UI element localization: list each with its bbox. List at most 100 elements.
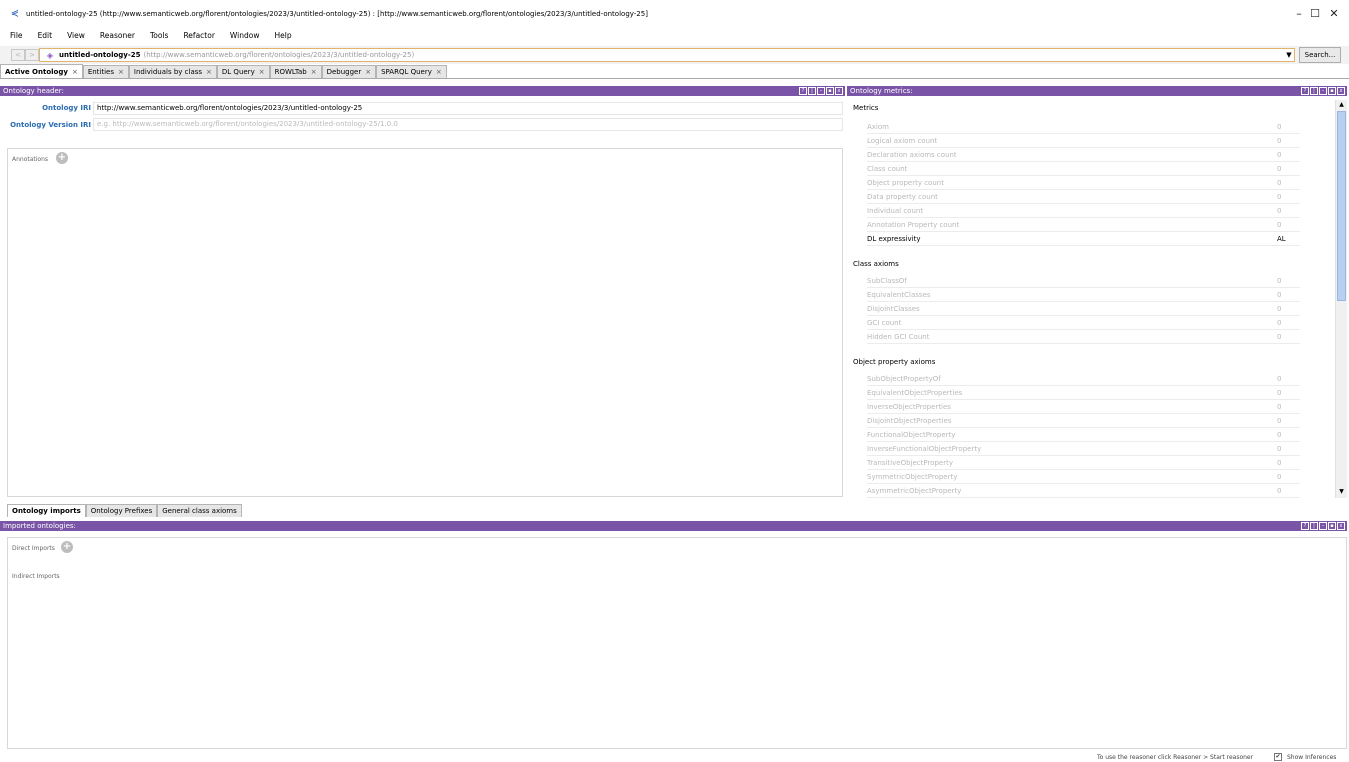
window-title: untitled-ontology-25 (http://www.semanti… (26, 9, 648, 18)
menu-reasoner[interactable]: Reasoner (92, 27, 142, 45)
metric-value: 0 (1277, 291, 1282, 299)
ontology-version-iri-field[interactable]: e.g. http://www.semanticweb.org/florent/… (93, 118, 843, 131)
metric-name: FunctionalObjectProperty (867, 431, 956, 439)
annotations-label: Annotations (12, 156, 49, 163)
tab-entities[interactable]: Entities × (82, 65, 129, 78)
menu-edit[interactable]: Edit (30, 27, 60, 45)
tab-general-class-axioms[interactable]: General class axioms (157, 504, 242, 517)
metric-value: 0 (1277, 151, 1282, 159)
tab-rowltab[interactable]: ROWLTab × (269, 65, 322, 78)
add-import-icon[interactable]: + (61, 541, 73, 553)
chevron-down-icon[interactable]: ▼ (1284, 49, 1294, 61)
metric-name: Logical axiom count (867, 137, 938, 145)
maximize-icon[interactable]: ▪ (826, 87, 834, 95)
close-icon[interactable]: × (436, 66, 442, 78)
scroll-down-icon[interactable]: ▼ (1336, 487, 1347, 497)
metric-name: Class count (867, 165, 908, 173)
panel-title: Ontology header: (3, 87, 64, 95)
maximize-icon[interactable]: ▪ (1328, 87, 1336, 95)
imported-ontologies-panel-title: Imported ontologies: ? | – ▪ x (0, 521, 1347, 531)
menu-tools[interactable]: Tools (142, 27, 175, 45)
close-icon[interactable]: x (1337, 87, 1345, 95)
metric-name: DisjointObjectProperties (867, 417, 952, 425)
ontology-version-iri-label: Ontology Version IRI (10, 121, 91, 129)
forward-arrow-icon[interactable]: > (25, 49, 39, 61)
tab-debugger[interactable]: Debugger × (321, 65, 377, 78)
metrics-scrollbar[interactable]: ▲ ▼ (1335, 100, 1347, 498)
close-icon[interactable]: x (835, 87, 843, 95)
tab-ontology-imports[interactable]: Ontology imports (7, 504, 86, 517)
status-bar: To use the reasoner click Reasoner > Sta… (0, 752, 1349, 762)
menu-help[interactable]: Help (266, 27, 298, 45)
metric-value: 0 (1277, 333, 1282, 341)
metric-value: 0 (1277, 445, 1282, 453)
ontology-iri-field[interactable]: http://www.semanticweb.org/florent/ontol… (93, 102, 843, 115)
metric-row: DL expressivity AL (867, 232, 1300, 246)
tab-dl-query[interactable]: DL Query × (216, 65, 270, 78)
menu-file[interactable]: File (0, 27, 30, 45)
add-annotation-icon[interactable]: + (56, 152, 68, 164)
metric-name: EquivalentObjectProperties (867, 389, 963, 397)
panel-title: Imported ontologies: (3, 522, 76, 530)
back-arrow-icon[interactable]: < (11, 49, 25, 61)
ontology-diamond-icon: ◈ (46, 50, 54, 60)
metric-row: AsymmetricObjectProperty 0 (867, 484, 1300, 498)
close-icon[interactable]: × (206, 66, 212, 78)
minimize-icon[interactable]: – (817, 87, 825, 95)
tab-active-ontology[interactable]: Active Ontology × (0, 64, 83, 78)
menu-view[interactable]: View (59, 27, 92, 45)
metric-row: DisjointClasses 0 (867, 302, 1300, 316)
split-icon[interactable]: | (1310, 87, 1318, 95)
metric-row: Individual count 0 (867, 204, 1300, 218)
scrollbar-thumb[interactable] (1337, 111, 1346, 301)
tab-label: Entities (87, 68, 115, 76)
title-bar: ⋞ untitled-ontology-25 (http://www.seman… (0, 0, 1349, 27)
metric-name: DL expressivity (867, 235, 921, 243)
metric-name: TransitiveObjectProperty (867, 459, 953, 467)
metric-row: Class count 0 (867, 162, 1300, 176)
help-icon[interactable]: ? (1301, 87, 1309, 95)
metric-row: Logical axiom count 0 (867, 134, 1300, 148)
metric-value: 0 (1277, 193, 1282, 201)
close-button[interactable]: ✕ (1317, 0, 1349, 27)
ontology-header-panel-title: Ontology header: ? | – ▪ x (0, 86, 845, 96)
metric-value: 0 (1277, 375, 1282, 383)
tab-sparql-query[interactable]: SPARQL Query × (376, 65, 447, 78)
close-icon[interactable]: × (365, 66, 371, 78)
maximize-icon[interactable]: ▪ (1328, 522, 1336, 530)
metric-name: InverseFunctionalObjectProperty (867, 445, 982, 453)
metric-row: SymmetricObjectProperty 0 (867, 470, 1300, 484)
ontology-metrics-panel-title: Ontology metrics: ? | – ▪ x (847, 86, 1347, 96)
metric-value: 0 (1277, 403, 1282, 411)
tab-label: ROWLTab (274, 68, 307, 76)
active-ontology-selector[interactable]: ◈ untitled-ontology-25 (http://www.seman… (39, 48, 1295, 62)
direct-imports-label: Direct Imports (12, 545, 55, 552)
metric-row: DisjointObjectProperties 0 (867, 414, 1300, 428)
help-icon[interactable]: ? (799, 87, 807, 95)
help-icon[interactable]: ? (1301, 522, 1309, 530)
close-icon[interactable]: × (72, 66, 78, 78)
split-icon[interactable]: | (1310, 522, 1318, 530)
tab-individuals-by-class[interactable]: Individuals by class × (128, 65, 217, 78)
split-icon[interactable]: | (808, 87, 816, 95)
minimize-icon[interactable]: – (1319, 522, 1327, 530)
close-icon[interactable]: x (1337, 522, 1345, 530)
panel-controls: ? | – ▪ x (1301, 87, 1345, 95)
close-icon[interactable]: × (311, 66, 317, 78)
close-icon[interactable]: × (118, 66, 124, 78)
tab-ontology-prefixes[interactable]: Ontology Prefixes (85, 504, 158, 517)
search-button[interactable]: Search... (1299, 47, 1341, 63)
metric-value: 0 (1277, 473, 1282, 481)
menu-window[interactable]: Window (222, 27, 267, 45)
metric-name: Hidden GCI Count (867, 333, 930, 341)
metric-value: 0 (1277, 179, 1282, 187)
menu-refactor[interactable]: Refactor (175, 27, 221, 45)
minimize-icon[interactable]: – (1319, 87, 1327, 95)
scroll-up-icon[interactable]: ▲ (1336, 100, 1347, 110)
metric-name: AsymmetricObjectProperty (867, 487, 962, 495)
show-inferences-checkbox[interactable]: ✔ (1274, 753, 1282, 761)
metric-row: Declaration axioms count 0 (867, 148, 1300, 162)
metric-name: Individual count (867, 207, 924, 215)
metric-name: InverseObjectProperties (867, 403, 951, 411)
close-icon[interactable]: × (259, 66, 265, 78)
